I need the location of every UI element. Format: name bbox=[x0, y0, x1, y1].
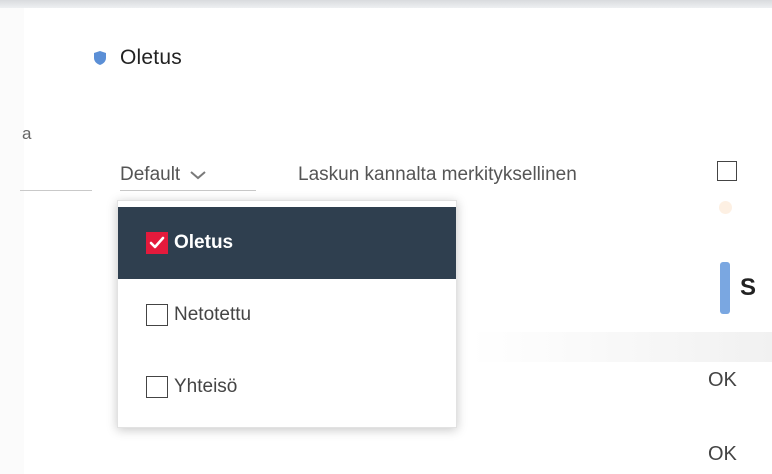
option-label: Yhteisö bbox=[174, 376, 238, 397]
chevron-down-icon bbox=[188, 168, 208, 182]
type-dropdown-menu: Oletus Netotettu Yhteisö bbox=[117, 200, 457, 428]
dropdown-option-yhteiso[interactable]: Yhteisö bbox=[118, 351, 456, 423]
option-checkbox bbox=[146, 376, 168, 398]
left-panel-edge bbox=[0, 8, 24, 474]
invoice-relevant-label: Laskun kannalta merkityksellinen bbox=[298, 164, 577, 185]
shield-icon bbox=[92, 50, 108, 66]
status-cell: OK bbox=[708, 369, 737, 391]
dropdown-option-oletus[interactable]: Oletus bbox=[118, 207, 456, 279]
page-title: Oletus bbox=[120, 46, 182, 69]
option-checkbox bbox=[146, 304, 168, 326]
dropdown-option-netotettu[interactable]: Netotettu bbox=[118, 279, 456, 351]
top-border bbox=[0, 0, 772, 8]
status-cell: OK bbox=[708, 443, 737, 465]
page-header: Oletus bbox=[92, 46, 182, 70]
partial-field-underline bbox=[20, 190, 92, 191]
type-select[interactable]: Default bbox=[120, 160, 256, 191]
partial-field-label: a bbox=[22, 124, 32, 143]
option-label: Oletus bbox=[174, 232, 234, 253]
table-row-band bbox=[470, 332, 772, 362]
faint-indicator bbox=[719, 201, 732, 214]
invoice-relevant-checkbox[interactable] bbox=[717, 161, 737, 181]
header-accent-bar bbox=[720, 262, 730, 314]
option-checkbox bbox=[146, 232, 168, 254]
table-column-header: S bbox=[720, 262, 772, 314]
column-header-label: S bbox=[740, 274, 757, 301]
type-select-value: Default bbox=[120, 164, 181, 185]
check-icon bbox=[149, 236, 165, 249]
option-label: Netotettu bbox=[174, 304, 252, 325]
